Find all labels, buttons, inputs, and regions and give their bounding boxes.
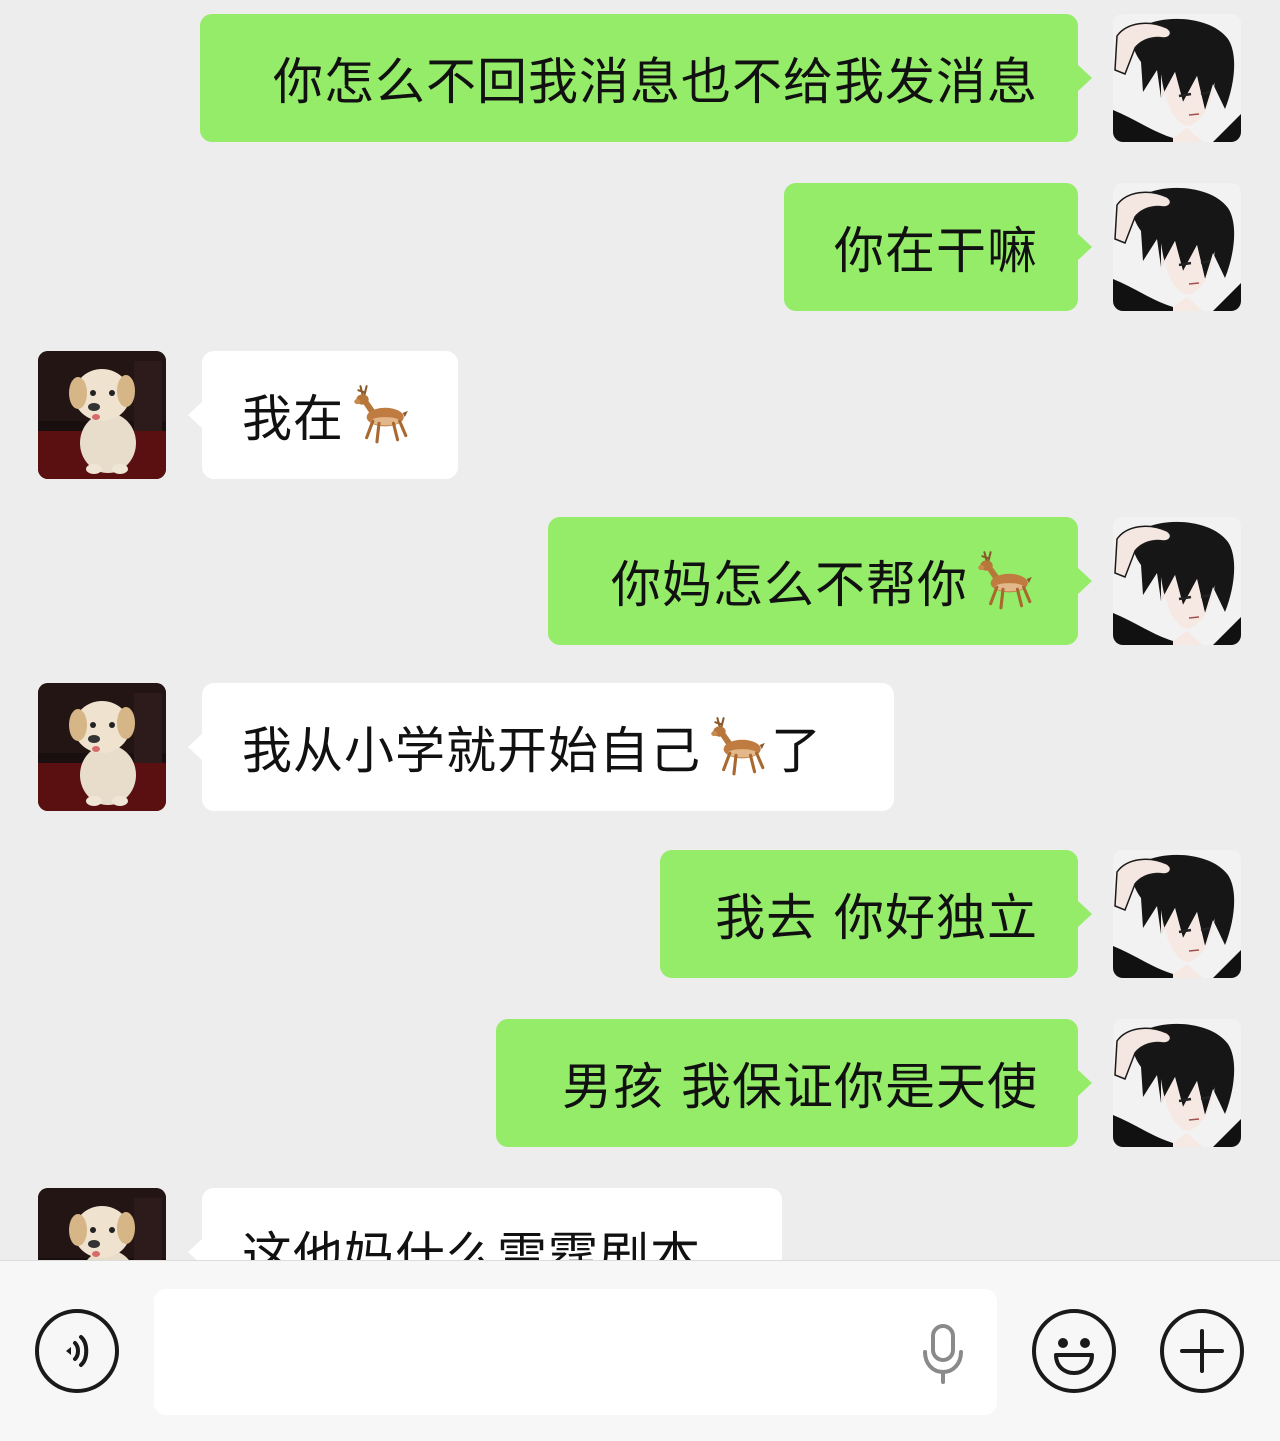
outgoing-message-bubble[interactable]: 你怎么不回我消息也不给我发消息 — [200, 14, 1092, 142]
outgoing-message-bubble[interactable]: 男孩 我保证你是天使 — [496, 1019, 1092, 1147]
outgoing-message-bubble[interactable]: 你在干嘛 — [784, 183, 1092, 311]
smiley-face-icon — [1054, 1338, 1094, 1375]
message-text: 我在 — [242, 390, 344, 448]
deer-emoji-icon — [346, 382, 412, 448]
incoming-message-bubble[interactable]: 这他妈什么雷霆剧本 — [188, 1188, 782, 1260]
puppy-avatar[interactable] — [38, 683, 166, 811]
message-text: 你怎么不回我消息也不给我发消息 — [273, 53, 1038, 111]
message-text: 我去 你好独立 — [715, 889, 1038, 947]
incoming-message-bubble[interactable]: 我从小学就开始自己 了 — [188, 683, 894, 811]
outgoing-message-bubble[interactable]: 我去 你好独立 — [660, 850, 1092, 978]
puppy-avatar[interactable] — [38, 351, 166, 479]
voice-wave-icon — [66, 1335, 89, 1367]
message-text: 你在干嘛 — [834, 222, 1038, 280]
outgoing-message-bubble[interactable]: 你妈怎么不帮你 — [548, 517, 1092, 645]
microphone-icon[interactable] — [919, 1324, 967, 1384]
message-input[interactable] — [154, 1289, 997, 1415]
voice-mode-button[interactable] — [35, 1309, 119, 1393]
message-text: 了 — [771, 722, 822, 780]
more-actions-button[interactable] — [1160, 1309, 1244, 1393]
message-text: 你妈怎么不帮你 — [611, 556, 968, 614]
deer-emoji-icon — [703, 714, 769, 780]
emoji-button[interactable] — [1032, 1309, 1116, 1393]
message-text: 这他妈什么雷霆剧本 — [242, 1227, 701, 1260]
message-text: 男孩 我保证你是天使 — [562, 1058, 1038, 1116]
message-text: 我从小学就开始自己 — [242, 722, 701, 780]
anime-boy-avatar[interactable] — [1113, 1019, 1241, 1147]
deer-emoji-icon — [970, 548, 1036, 614]
anime-boy-avatar[interactable] — [1113, 850, 1241, 978]
plus-icon — [1180, 1329, 1224, 1373]
anime-boy-avatar[interactable] — [1113, 517, 1241, 645]
puppy-avatar[interactable] — [38, 1188, 166, 1260]
input-bar — [0, 1260, 1280, 1441]
chat-area[interactable]: 你怎么不回我消息也不给我发消息 你在干嘛 我在 你妈怎么不帮你 我从小学就开始自… — [0, 0, 1280, 1260]
anime-boy-avatar[interactable] — [1113, 14, 1241, 142]
incoming-message-bubble[interactable]: 我在 — [188, 351, 458, 479]
anime-boy-avatar[interactable] — [1113, 183, 1241, 311]
